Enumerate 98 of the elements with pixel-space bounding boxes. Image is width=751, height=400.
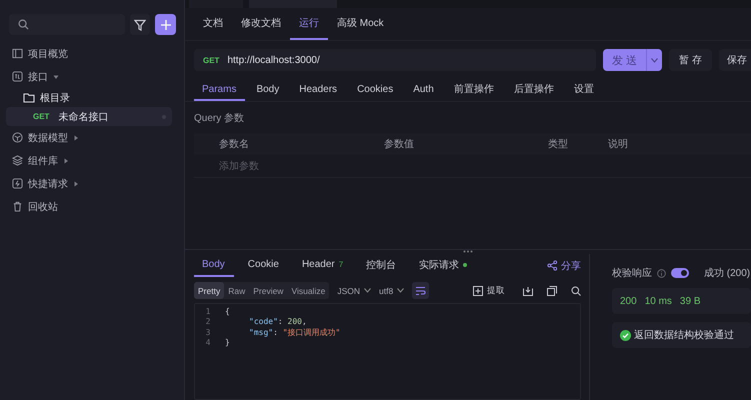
sidebar-item[interactable]: 根目录 — [6, 88, 178, 107]
plus-icon — [160, 18, 172, 30]
line-number: 1 — [204, 306, 212, 316]
item-label: 未命名接口 — [58, 110, 108, 124]
caret-icon — [651, 58, 658, 62]
doc-tab[interactable]: 高级 Mock — [328, 8, 393, 40]
save-button[interactable]: 保存 — [719, 49, 751, 71]
search-icon[interactable] — [571, 286, 581, 296]
method-label: GET — [203, 56, 220, 64]
code-line: { — [224, 306, 230, 316]
item-label: 接口 — [28, 70, 48, 84]
view-mode-tab[interactable]: Visualize — [287, 282, 330, 299]
caret-icon — [53, 74, 59, 80]
method-label: GET — [33, 112, 50, 121]
plus-box-icon — [473, 286, 483, 296]
line-number: 2 — [204, 317, 212, 326]
format-dropdown[interactable]: JSON — [337, 286, 371, 296]
share-icon — [547, 260, 558, 271]
column-header: 参数值 — [384, 138, 415, 151]
sidebar-item[interactable]: GET 未命名接口 — [6, 107, 172, 126]
doc-tab[interactable]: 文档 — [194, 8, 232, 40]
sidebar-item[interactable]: 回收站 — [6, 195, 178, 218]
caret-icon — [73, 180, 79, 186]
caret-icon — [73, 134, 79, 140]
view-mode-tab[interactable]: Preview — [249, 282, 288, 299]
search-field[interactable] — [9, 14, 125, 35]
column-header: 说明 — [608, 138, 628, 151]
stat-value: 10 ms — [644, 296, 672, 306]
stat-value: 39 B — [680, 296, 700, 306]
encoding-dropdown[interactable]: utf8 — [379, 286, 404, 296]
section-title: Query 参数 — [193, 112, 246, 125]
doc-tab[interactable]: 修改文档 — [232, 8, 290, 40]
sidebar-item[interactable]: 项目概览 — [6, 42, 178, 65]
doc-tab[interactable]: 运行 — [290, 8, 328, 40]
response-tab[interactable]: Body — [194, 254, 234, 277]
view-mode-tab[interactable]: Raw — [224, 282, 250, 299]
nav-icon — [12, 201, 23, 212]
item-label: 回收站 — [28, 200, 58, 214]
share-link[interactable]: 分享 — [547, 254, 581, 277]
param-tab[interactable]: 设置 — [566, 79, 603, 101]
code-line: } — [224, 338, 230, 348]
param-tab[interactable]: 后置操作 — [506, 79, 563, 101]
extract-button[interactable]: 提取 — [473, 284, 505, 296]
item-label: 根目录 — [40, 92, 70, 104]
param-tab[interactable]: Params — [194, 79, 246, 101]
sidebar-item[interactable]: 数据模型 — [6, 126, 178, 149]
resize-handle-icon[interactable] — [463, 250, 473, 253]
nav-icon — [12, 48, 23, 59]
wrap-icon — [415, 286, 426, 296]
response-tab[interactable]: Header 7 — [294, 254, 352, 277]
param-tab[interactable]: Cookies — [349, 79, 402, 101]
view-mode-tab[interactable]: Pretty — [194, 282, 224, 299]
column-header: 类型 — [548, 138, 569, 151]
param-tab[interactable]: Body — [248, 79, 288, 101]
caret-icon — [63, 158, 69, 164]
wrap-toggle[interactable] — [412, 282, 430, 299]
response-tab[interactable]: 控制台 — [358, 254, 406, 277]
caret-icon — [397, 288, 404, 293]
response-tab[interactable]: 实际请求 — [411, 254, 476, 277]
response-tab[interactable]: Cookie — [240, 254, 288, 277]
param-tab[interactable]: Headers — [291, 79, 346, 101]
download-icon[interactable] — [523, 286, 533, 296]
code-line: "msg": "接口调用成功" — [248, 326, 340, 338]
nav-icon — [12, 155, 23, 166]
param-tab[interactable]: 前置操作 — [446, 79, 503, 101]
info-icon — [657, 268, 666, 278]
sidebar-item[interactable]: 快捷请求 — [6, 172, 178, 195]
url-field[interactable]: GET http://localhost:3000/ — [194, 49, 596, 71]
validate-toggle[interactable] — [671, 268, 689, 278]
nav-icon — [12, 178, 23, 189]
item-label: 组件库 — [28, 154, 58, 168]
result-select[interactable]: 成功 (200) — [704, 266, 750, 280]
folder-icon — [23, 92, 35, 103]
column-header: 参数名 — [218, 138, 250, 151]
count-label: 7 — [338, 260, 344, 269]
nav-icon — [12, 71, 23, 82]
copy-icon[interactable] — [547, 286, 557, 296]
sidebar-item[interactable]: 组件库 — [6, 149, 178, 172]
line-number: 3 — [204, 328, 212, 337]
stash-button[interactable]: 暂 存 — [669, 49, 712, 71]
search-icon — [18, 19, 29, 30]
param-tab[interactable]: Auth — [405, 79, 443, 101]
caret-icon — [364, 288, 371, 293]
stat-value: 200 — [620, 296, 637, 306]
filter-button[interactable] — [130, 14, 150, 35]
item-label: 快捷请求 — [28, 178, 68, 190]
filter-icon — [134, 18, 146, 30]
validation-message: 返回数据结构校验通过 — [634, 328, 734, 342]
line-number: 4 — [204, 338, 212, 348]
validate-label: 校验响应 — [612, 266, 652, 280]
item-label: 项目概览 — [28, 48, 68, 60]
url-text: http://localhost:3000/ — [227, 54, 320, 66]
add-button[interactable] — [155, 14, 176, 35]
sidebar-item[interactable]: 接口 — [6, 65, 178, 88]
nav-icon — [12, 132, 23, 143]
code-line: "code": 200, — [248, 317, 307, 326]
item-label: 数据模型 — [28, 132, 68, 144]
code-editor[interactable]: 1 { 2 "code": 200, 3 "msg": "接口调用成功" 4 } — [194, 303, 581, 400]
